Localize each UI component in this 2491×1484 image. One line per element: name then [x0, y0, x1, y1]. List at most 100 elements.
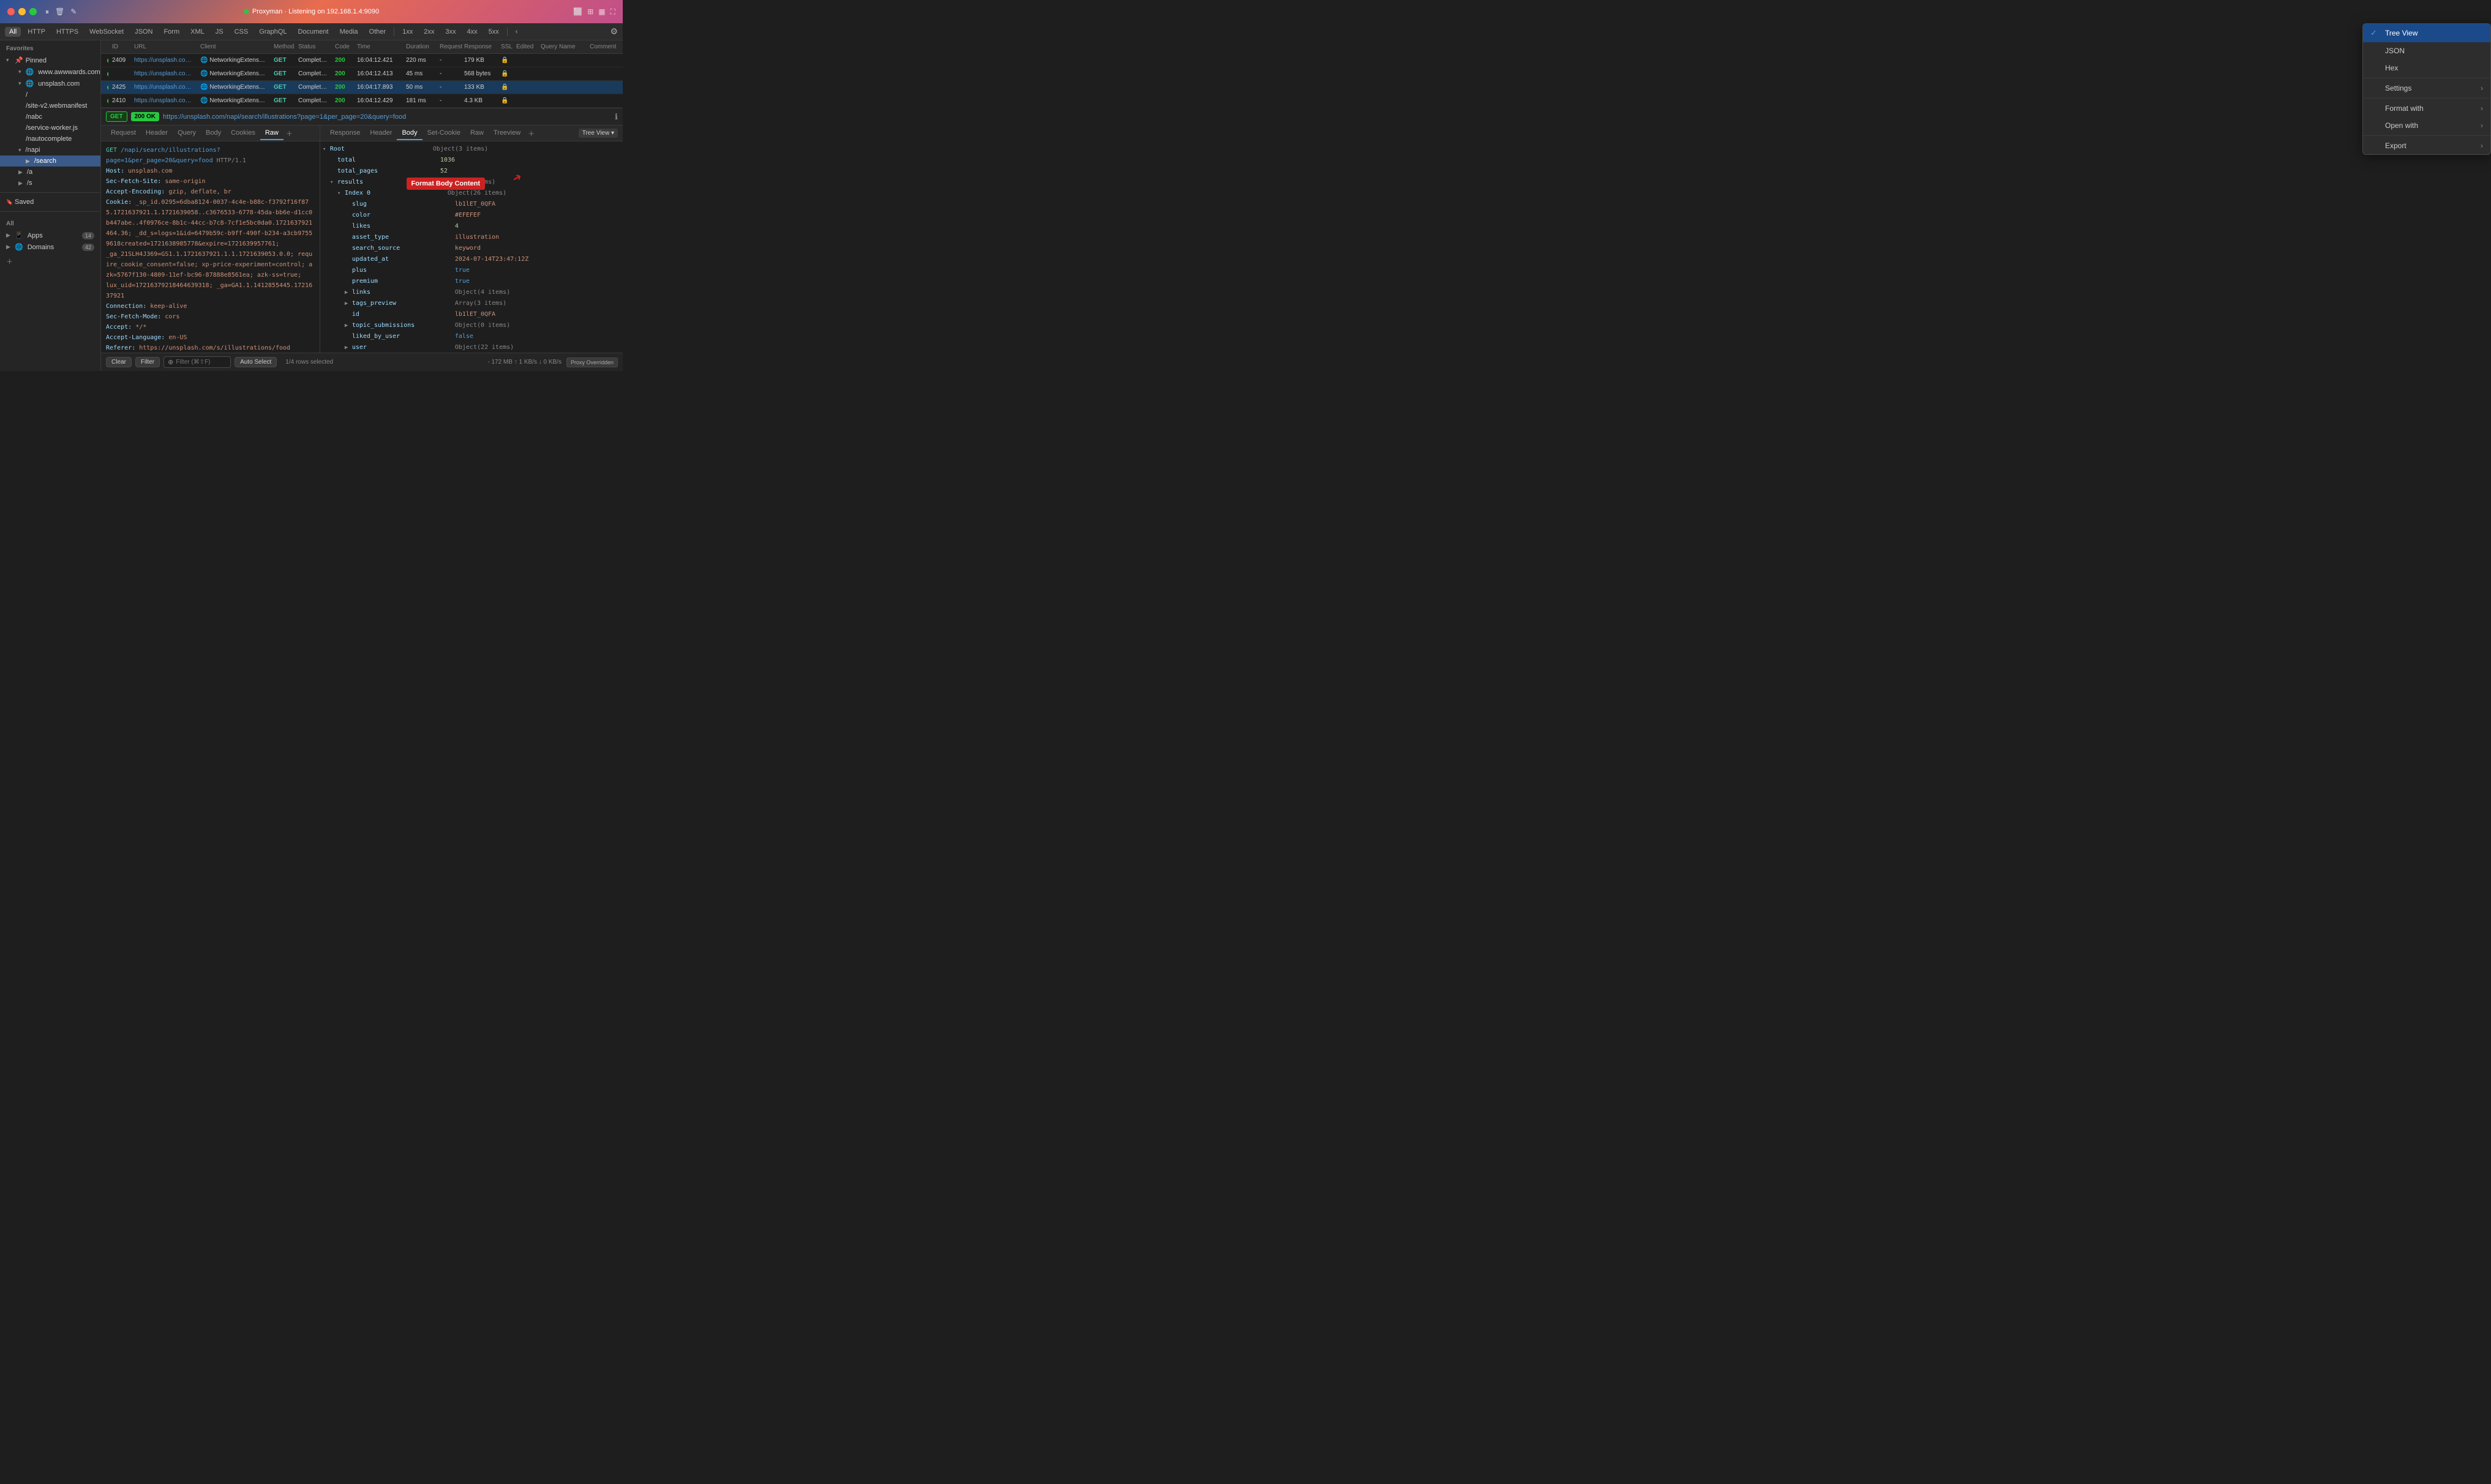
add-icon[interactable]: ＋	[6, 257, 13, 266]
pause-icon[interactable]: ⏸	[45, 7, 49, 17]
th-edited[interactable]: Edited	[513, 42, 537, 51]
sidebar-item-saved[interactable]: 🔖 Saved	[0, 197, 100, 208]
filter-xml[interactable]: XML	[186, 27, 209, 37]
sidebar-item-nabc[interactable]: /nabc	[0, 111, 100, 122]
split-view-icon[interactable]: ⊞	[587, 7, 593, 16]
filter-json[interactable]: JSON	[130, 27, 157, 37]
sidebar-item-unsplash[interactable]: ▾ 🌐 unsplash.com	[0, 78, 100, 89]
tree-row-color[interactable]: color #EFEFEF	[320, 210, 623, 221]
tree-row-total[interactable]: total 1036	[320, 155, 623, 166]
filter-button[interactable]: Filter	[135, 357, 160, 367]
th-id[interactable]: ID	[108, 42, 130, 51]
fullscreen-icon[interactable]: ⛶	[611, 7, 615, 17]
add-tab-icon[interactable]: ＋	[286, 129, 293, 138]
add-tab-icon2[interactable]: ＋	[528, 129, 535, 138]
tree-row-slug[interactable]: slug lb1lET_0QFA	[320, 199, 623, 210]
table-row[interactable]: 2410 https://unsplash.com/napi/search/il…	[101, 94, 623, 108]
tree-row-premium[interactable]: premium true	[320, 276, 623, 287]
tab-body[interactable]: Body	[201, 127, 226, 140]
edit-icon[interactable]: ✎	[70, 7, 77, 16]
filter-1xx[interactable]: 1xx	[398, 27, 417, 37]
layout-icon[interactable]: ▦	[598, 7, 605, 16]
tab-response[interactable]: Response	[325, 127, 366, 140]
sidebar-item-a[interactable]: ▶ /a	[0, 167, 100, 178]
tree-row-totalpages[interactable]: total_pages 52	[320, 166, 623, 177]
tab-header[interactable]: Header	[141, 127, 173, 140]
tab-query[interactable]: Query	[173, 127, 201, 140]
settings-icon[interactable]: ⚙	[610, 26, 618, 37]
filter-js[interactable]: JS	[211, 27, 228, 37]
sidebar-item-webmanifest[interactable]: /site-v2.webmanifest	[0, 100, 100, 111]
tree-row-topicsub[interactable]: ▶ topic_submissions Object(0 items)	[320, 320, 623, 331]
sidebar-item-serviceworker[interactable]: /service-worker.js	[0, 122, 100, 133]
th-response[interactable]: Response	[460, 42, 497, 51]
tree-row-tagspreview[interactable]: ▶ tags_preview Array(3 items)	[320, 298, 623, 309]
tab-request[interactable]: Request	[106, 127, 141, 140]
tab-raw-resp[interactable]: Raw	[465, 127, 489, 140]
tree-row-likes[interactable]: likes 4	[320, 221, 623, 232]
tree-row-likedbyuser[interactable]: liked_by_user false	[320, 331, 623, 342]
filter-graphql[interactable]: GraphQL	[255, 27, 291, 37]
tab-setcookie[interactable]: Set-Cookie	[423, 127, 465, 140]
filter-5xx[interactable]: 5xx	[484, 27, 503, 37]
sidebar-item-nautocomplete[interactable]: /nautocomplete	[0, 133, 100, 144]
th-client[interactable]: Client	[197, 42, 270, 51]
th-status[interactable]: Status	[295, 42, 331, 51]
table-row[interactable]: https://unsplash.com/napi/search/meta?qu…	[101, 67, 623, 81]
tab-treeview[interactable]: Treeview	[489, 127, 525, 140]
tree-row-assettype[interactable]: asset_type illustration	[320, 232, 623, 243]
tree-row-id[interactable]: id lb1lET_0QFA	[320, 309, 623, 320]
expand-results[interactable]: ▾	[330, 178, 337, 187]
sidebar-item-domains[interactable]: ▶ 🌐 Domains 42	[0, 241, 100, 253]
expand-user[interactable]: ▶	[345, 343, 352, 352]
filter-document[interactable]: Document	[293, 27, 333, 37]
sidebar-toggle-icon[interactable]: ⬜	[573, 7, 582, 16]
sidebar-item-awwwards[interactable]: ▾ 🌐 www.awwwards.com	[0, 66, 100, 78]
th-duration[interactable]: Duration	[402, 42, 436, 51]
th-comment[interactable]: Comment	[586, 42, 623, 51]
sidebar-item-s[interactable]: ▶ /s	[0, 178, 100, 189]
tree-row-updatedat[interactable]: updated_at 2024-07-14T23:47:12Z	[320, 254, 623, 265]
tab-body-resp[interactable]: Body	[397, 127, 422, 140]
th-time[interactable]: Time	[353, 42, 402, 51]
filter-form[interactable]: Form	[159, 27, 184, 37]
treeview-dropdown-btn[interactable]: Tree View ▾	[579, 129, 618, 138]
tree-row-results[interactable]: ▾ results Array(20 items)	[320, 177, 623, 188]
th-request[interactable]: Request	[436, 42, 460, 51]
close-button[interactable]	[7, 8, 15, 15]
tree-row-plus[interactable]: plus true	[320, 265, 623, 276]
expand-root[interactable]: ▾	[323, 145, 330, 154]
filter-media[interactable]: Media	[336, 27, 363, 37]
tab-raw[interactable]: Raw	[260, 127, 284, 140]
tree-row-user[interactable]: ▶ user Object(22 items)	[320, 342, 623, 353]
filter-2xx[interactable]: 2xx	[419, 27, 438, 37]
th-queryname[interactable]: Query Name	[537, 42, 586, 51]
tree-row-searchsource[interactable]: search_source keyword	[320, 243, 623, 254]
sidebar-item-search[interactable]: ▶ /search	[0, 156, 100, 167]
filter-https[interactable]: HTTPS	[52, 27, 83, 37]
sidebar-pinned[interactable]: ▾ 📌 Pinned	[0, 54, 100, 66]
expand-index0[interactable]: ▾	[337, 189, 345, 198]
clear-button[interactable]: Clear	[106, 357, 132, 367]
auto-select-button[interactable]: Auto Select	[235, 357, 277, 367]
trash-icon[interactable]: 🗑	[55, 7, 64, 16]
filter-input[interactable]	[176, 359, 225, 365]
filter-css[interactable]: CSS	[230, 27, 253, 37]
filter-other[interactable]: Other	[365, 27, 391, 37]
expand-links[interactable]: ▶	[345, 288, 352, 297]
filter-3xx[interactable]: 3xx	[441, 27, 460, 37]
sidebar-item-root[interactable]: /	[0, 89, 100, 100]
info-icon[interactable]: ℹ	[615, 112, 618, 122]
filter-expand[interactable]: ‹	[511, 27, 522, 37]
tree-row-index0[interactable]: ▾ Index 0 Object(26 items)	[320, 188, 623, 199]
tab-cookies[interactable]: Cookies	[226, 127, 260, 140]
table-row[interactable]: 2409 https://unsplash.com/napi/search/ph…	[101, 54, 623, 67]
maximize-button[interactable]	[29, 8, 37, 15]
filter-websocket[interactable]: WebSocket	[85, 27, 128, 37]
th-ssl[interactable]: SSL	[497, 42, 513, 51]
sidebar-item-apps[interactable]: ▶ 📱 Apps 14	[0, 230, 100, 241]
tab-header-resp[interactable]: Header	[365, 127, 397, 140]
th-code[interactable]: Code	[331, 42, 353, 51]
tree-row-links[interactable]: ▶ links Object(4 items)	[320, 287, 623, 298]
minimize-button[interactable]	[18, 8, 26, 15]
